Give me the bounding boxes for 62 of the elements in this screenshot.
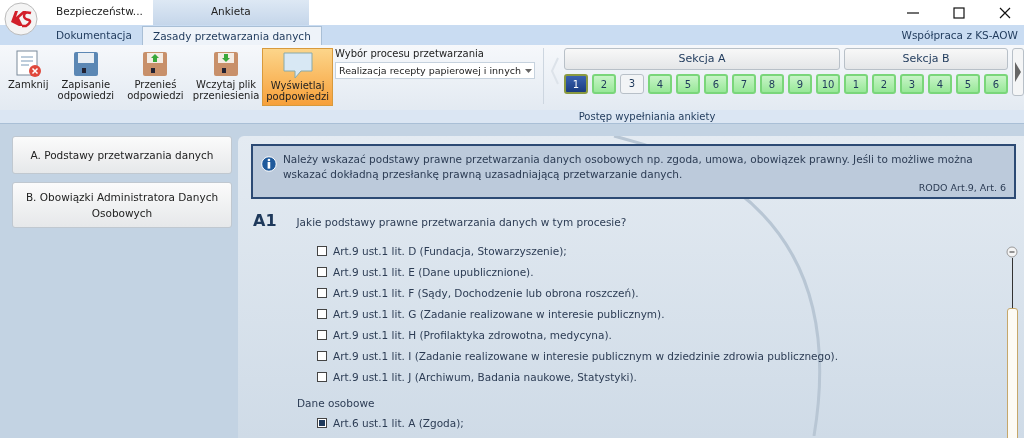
option-label: Art.9 ust.1 lit. D (Fundacja, Stowarzyszenie); — [333, 244, 567, 257]
checkbox[interactable] — [317, 245, 327, 256]
checkbox[interactable] — [317, 371, 327, 382]
cooperation-link[interactable]: Współpraca z KS-AOW — [901, 26, 1024, 45]
right-arrow-icon — [1015, 62, 1021, 82]
ribbon-button[interactable]: Zamknij — [6, 48, 51, 106]
section-header[interactable]: Sekcja A — [564, 48, 840, 70]
question-button[interactable]: 3 — [900, 74, 924, 94]
ribbon-button[interactable]: Wyświetlaj podpowiedzi — [262, 48, 333, 106]
checkbox[interactable] — [317, 308, 327, 319]
checkbox[interactable] — [317, 287, 327, 298]
option-label: Art.9 ust.1 lit. I (Zadanie realizowane w interesie publicznym w dziedzinie zdrowia publicznego). — [333, 349, 839, 362]
option-label: Art.9 ust.1 lit. G (Zadanie realizowane w interesie publicznym). — [333, 307, 665, 320]
option-label: Art.9 ust.1 lit. J (Archiwum, Badania naukowe, Statystyki). — [333, 370, 637, 383]
info-text: Należy wskazać podstawy prawne przetwarzania danych osobowych np. zgoda, umowa, obowiązek prawny. Jeśli to możliwe można wskazać dokładną przesłankę prawną uzasadniającą przetwarzanie danych. — [282, 152, 974, 182]
checkbox[interactable] — [317, 329, 327, 340]
question-button[interactable]: 8 — [760, 74, 784, 94]
question-button[interactable]: 10 — [816, 74, 840, 94]
legal-reference: RODO Art.9, Art. 6 — [918, 182, 1006, 193]
question-button[interactable]: 2 — [592, 74, 616, 94]
question-button[interactable]: 6 — [704, 74, 728, 94]
app-tab[interactable]: Ankieta — [152, 0, 309, 25]
question-button[interactable]: 5 — [676, 74, 700, 94]
ribbon-button[interactable]: Wczytaj plik przeniesienia — [190, 48, 262, 106]
document-close-icon — [13, 49, 44, 79]
close-icon[interactable] — [998, 6, 1012, 20]
question-button[interactable]: 4 — [928, 74, 952, 94]
process-dropdown[interactable]: Realizacja recepty papierowej i innych — [335, 62, 535, 79]
collapse-icon — [1006, 246, 1018, 258]
question-number: A1 — [253, 211, 277, 230]
question-button[interactable]: 1 — [564, 74, 588, 94]
option-label: Art.6 ust.1 lit. A (Zgoda); — [333, 416, 464, 429]
ribbon-tab[interactable]: Zasady przetwarzania danych — [141, 26, 322, 45]
ribbon-button[interactable]: Przenieś odpowiedzi — [121, 48, 190, 106]
vertical-scrollbar[interactable] — [1006, 246, 1018, 438]
sidebar-item[interactable]: B. Obowiązki Administratora Danych Osobowych — [12, 182, 232, 228]
caret-icon — [525, 68, 532, 73]
maximize-icon[interactable] — [952, 6, 966, 20]
process-label: Wybór procesu przetwarzania — [335, 48, 485, 59]
section-header[interactable]: Sekcja B — [844, 48, 1008, 70]
question-button[interactable]: 2 — [872, 74, 896, 94]
checkbox[interactable] — [317, 417, 327, 428]
speech-bubble-icon — [280, 50, 315, 80]
question-button[interactable]: 3 — [620, 74, 644, 94]
scroll-right-button[interactable] — [1012, 48, 1024, 96]
checkbox[interactable] — [317, 266, 327, 277]
group-heading: Dane osobowe — [297, 397, 376, 409]
option-label: Art.9 ust.1 lit. F (Sądy, Dochodzenie lub obrona roszczeń). — [333, 286, 639, 299]
question-text: Jakie podstawy prawne przetwarzania danych w tym procesie? — [296, 216, 627, 228]
question-button[interactable]: 4 — [648, 74, 672, 94]
question-button[interactable]: 7 — [732, 74, 756, 94]
progress-label: Postęp wypełniania ankiety — [578, 111, 716, 122]
checkbox[interactable] — [317, 350, 327, 361]
option-label: Art.9 ust.1 lit. E (Dane upublicznione). — [333, 265, 534, 278]
question-button[interactable]: 1 — [844, 74, 868, 94]
question-button[interactable]: 5 — [956, 74, 980, 94]
sidebar-item[interactable]: A. Podstawy przetwarzania danych — [12, 136, 232, 174]
ribbon-button[interactable]: Zapisanie odpowiedzi — [51, 48, 121, 106]
question-button[interactable]: 9 — [788, 74, 812, 94]
ribbon-tab[interactable]: Dokumentacja — [46, 26, 142, 45]
question-button[interactable]: 6 — [984, 74, 1008, 94]
option-label: Art.9 ust.1 lit. H (Profilaktyka zdrowotna, medycyna). — [333, 328, 612, 341]
